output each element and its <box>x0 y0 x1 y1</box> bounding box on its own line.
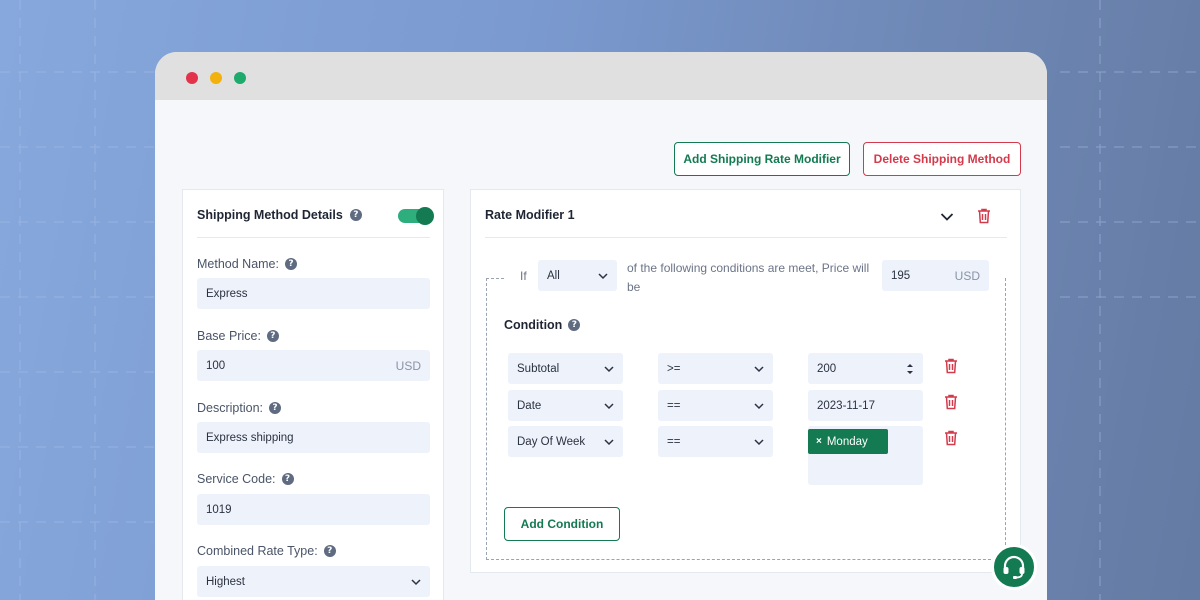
condition-operator-select[interactable]: >= <box>658 353 773 384</box>
panel-divider <box>485 237 1007 238</box>
window-titlebar <box>155 52 1047 100</box>
currency-unit: USD <box>954 268 980 283</box>
service-code-label: Service Code:? <box>197 472 294 486</box>
chevron-down-icon <box>754 402 764 409</box>
currency-unit: USD <box>395 358 421 373</box>
number-stepper-icon[interactable] <box>906 362 914 376</box>
base-price-input[interactable]: 100 USD <box>197 350 430 381</box>
condition-field-select[interactable]: Subtotal <box>508 353 623 384</box>
app-window: Add Shipping Rate Modifier Delete Shippi… <box>155 52 1047 600</box>
help-icon[interactable]: ? <box>266 330 279 342</box>
help-icon[interactable]: ? <box>349 209 362 221</box>
shipping-method-details-panel: Shipping Method Details ? Method Name:? … <box>182 189 444 600</box>
condition-operator-select[interactable]: == <box>658 390 773 421</box>
chevron-down-icon <box>604 365 614 372</box>
close-window-dot[interactable] <box>186 72 198 84</box>
add-condition-button[interactable]: Add Condition <box>504 507 620 541</box>
help-icon[interactable]: ? <box>281 473 294 485</box>
chevron-down-icon <box>598 272 608 279</box>
method-name-label: Method Name:? <box>197 257 297 271</box>
condition-value-number-input[interactable]: 200 <box>808 353 923 384</box>
rate-modifier-title: Rate Modifier 1 <box>485 208 575 222</box>
method-name-input[interactable]: Express <box>197 278 430 309</box>
add-shipping-rate-modifier-button[interactable]: Add Shipping Rate Modifier <box>674 142 850 176</box>
toggle-knob <box>416 207 434 225</box>
condition-value-date-input[interactable]: 2023-11-17 <box>808 390 923 421</box>
help-icon[interactable]: ? <box>269 402 281 414</box>
description-label: Description:? <box>197 401 281 415</box>
condition-field-select[interactable]: Date <box>508 390 623 421</box>
chevron-down-icon <box>754 438 764 445</box>
panel-title: Shipping Method Details ? <box>197 208 362 222</box>
combined-rate-type-label: Combined Rate Type:? <box>197 544 336 558</box>
modified-price-input[interactable]: 195 USD <box>882 260 989 291</box>
enabled-toggle[interactable] <box>398 207 434 225</box>
service-code-input[interactable]: 1019 <box>197 494 430 525</box>
description-input[interactable]: Express shipping <box>197 422 430 453</box>
trash-icon[interactable] <box>977 208 991 224</box>
help-icon[interactable]: ? <box>568 319 581 331</box>
help-icon[interactable]: ? <box>284 258 297 270</box>
maximize-window-dot[interactable] <box>234 72 246 84</box>
chevron-down-icon <box>604 438 614 445</box>
minimize-window-dot[interactable] <box>210 72 222 84</box>
if-label: If <box>520 269 527 283</box>
base-price-label: Base Price:? <box>197 329 279 343</box>
chevron-down-icon <box>604 402 614 409</box>
x-icon[interactable]: × <box>816 436 822 447</box>
match-mode-select[interactable]: All <box>538 260 617 291</box>
combined-rate-type-select[interactable]: Highest <box>197 566 430 597</box>
rate-modifier-panel: Rate Modifier 1 If All of the following … <box>470 189 1021 573</box>
trash-icon[interactable] <box>944 358 958 374</box>
delete-shipping-method-button[interactable]: Delete Shipping Method <box>863 142 1021 176</box>
condition-field-select[interactable]: Day Of Week <box>508 426 623 457</box>
chevron-down-icon[interactable] <box>940 211 954 223</box>
condition-operator-select[interactable]: == <box>658 426 773 457</box>
chevron-down-icon <box>411 578 421 585</box>
trash-icon[interactable] <box>944 394 958 410</box>
selected-tag-monday[interactable]: × Monday <box>808 429 888 454</box>
help-icon[interactable]: ? <box>323 545 336 557</box>
condition-title: Condition? <box>504 318 581 332</box>
chevron-down-icon <box>754 365 764 372</box>
support-chat-button[interactable] <box>991 544 1037 590</box>
headset-icon <box>1003 555 1025 579</box>
panel-divider <box>197 237 430 238</box>
conditions-description: of the following conditions are meet, Pr… <box>627 261 870 294</box>
trash-icon[interactable] <box>944 430 958 446</box>
